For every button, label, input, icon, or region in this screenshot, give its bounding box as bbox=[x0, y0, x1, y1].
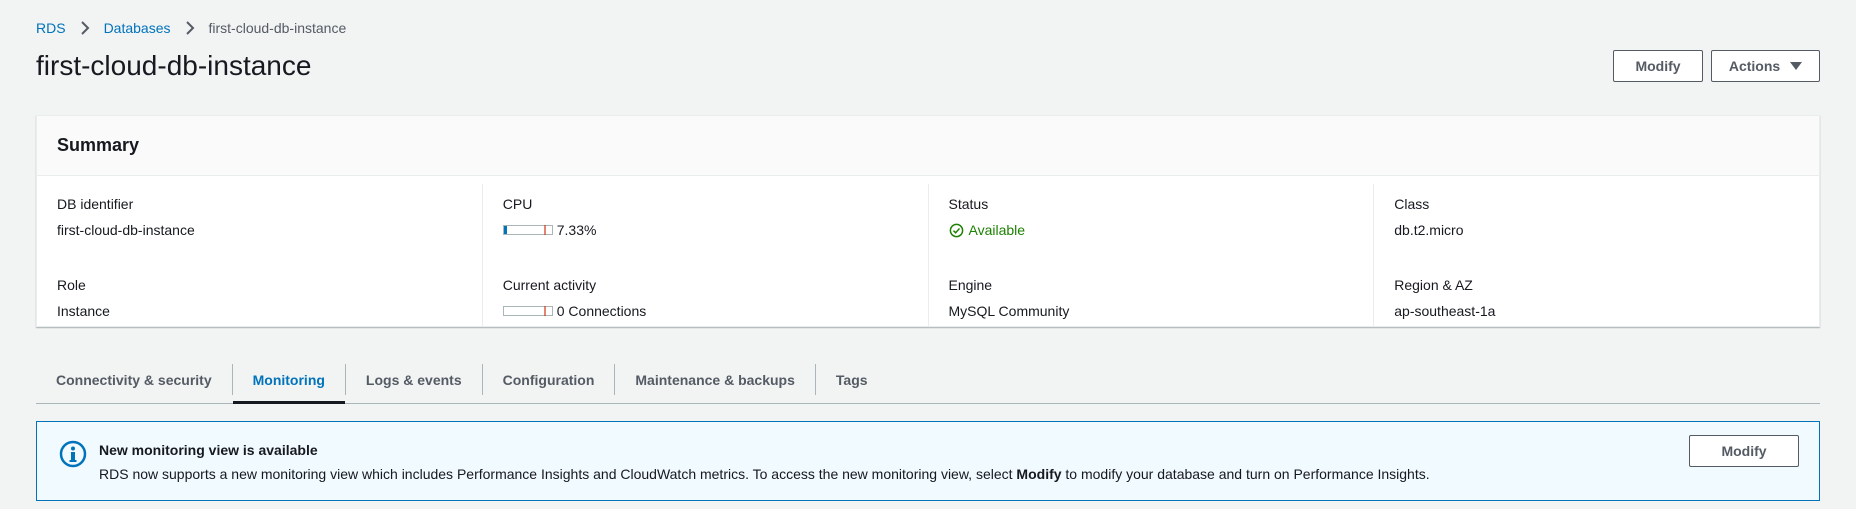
summary-column-usage: CPU 7.33% Current activity 0 Connections bbox=[481, 184, 928, 326]
flash-text-after: to modify your database and turn on Perf… bbox=[1061, 466, 1430, 482]
breadcrumb-databases[interactable]: Databases bbox=[104, 20, 171, 36]
modify-button[interactable]: Modify bbox=[1613, 50, 1703, 82]
summary-grid: DB identifier first-cloud-db-instance Ro… bbox=[37, 176, 1819, 326]
cpu-value-row: 7.33% bbox=[502, 222, 928, 238]
breadcrumb: RDS Databases first-cloud-db-instance bbox=[36, 20, 346, 36]
chevron-right-icon bbox=[78, 21, 92, 35]
flash-modify-button[interactable]: Modify bbox=[1689, 435, 1799, 467]
engine-field: Engine MySQL Community bbox=[949, 277, 1374, 346]
cpu-label: CPU bbox=[502, 196, 533, 212]
flash-text-before: RDS now supports a new monitoring view w… bbox=[99, 466, 1017, 482]
status-label: Status bbox=[948, 196, 989, 212]
tab-logs-events[interactable]: Logs & events bbox=[346, 356, 482, 403]
db-identifier-label: DB identifier bbox=[57, 196, 134, 212]
role-field: Role Instance bbox=[57, 277, 482, 346]
flash-message: RDS now supports a new monitoring view w… bbox=[99, 466, 1430, 482]
cpu-meter-threshold bbox=[543, 225, 546, 235]
summary-header: Summary bbox=[37, 116, 1819, 176]
summary-column-identity: DB identifier first-cloud-db-instance Ro… bbox=[37, 184, 482, 326]
status-value: Available bbox=[968, 222, 1026, 238]
cpu-meter bbox=[502, 225, 553, 235]
tab-tags[interactable]: Tags bbox=[816, 356, 888, 403]
tab-label: Tags bbox=[835, 371, 868, 388]
tab-monitoring[interactable]: Monitoring bbox=[232, 356, 346, 404]
info-icon bbox=[59, 440, 87, 468]
info-flashbar: New monitoring view is available RDS now… bbox=[36, 421, 1820, 501]
flash-text-bold: Modify bbox=[1016, 466, 1062, 482]
class-label: Class bbox=[1394, 196, 1430, 212]
check-circle-icon bbox=[949, 223, 963, 237]
db-identifier-value: first-cloud-db-instance bbox=[57, 222, 195, 238]
tab-label: Connectivity & security bbox=[56, 371, 212, 388]
status-value-row: Available bbox=[949, 222, 1374, 238]
current-activity-field: Current activity 0 Connections bbox=[502, 277, 928, 346]
tab-label: Monitoring bbox=[252, 371, 325, 388]
summary-column-status: Status Available Engine MySQL Community bbox=[927, 184, 1374, 326]
flash-title: New monitoring view is available bbox=[99, 442, 318, 458]
actions-label: Actions bbox=[1728, 58, 1781, 74]
page-title: first-cloud-db-instance bbox=[36, 50, 312, 81]
connections-meter bbox=[502, 306, 553, 316]
header-actions: Modify Actions bbox=[1613, 50, 1820, 82]
region-label: Region & AZ bbox=[1394, 277, 1473, 293]
class-value: db.t2.micro bbox=[1394, 222, 1464, 238]
cpu-meter-fill bbox=[503, 226, 508, 234]
region-value: ap-southeast-1a bbox=[1394, 303, 1496, 319]
flash-content: New monitoring view is available RDS now… bbox=[99, 442, 1430, 482]
tab-label: Configuration bbox=[502, 371, 595, 388]
summary-panel: Summary DB identifier first-cloud-db-ins… bbox=[36, 115, 1820, 327]
summary-column-class: Class db.t2.micro Region & AZ ap-southea… bbox=[1373, 184, 1819, 326]
current-activity-label: Current activity bbox=[502, 277, 597, 293]
breadcrumb-current: first-cloud-db-instance bbox=[208, 20, 347, 36]
tab-maintenance-backups[interactable]: Maintenance & backups bbox=[615, 356, 815, 403]
caret-down-icon bbox=[1790, 62, 1803, 70]
tab-connectivity-security[interactable]: Connectivity & security bbox=[36, 356, 232, 403]
actions-dropdown-button[interactable]: Actions bbox=[1711, 50, 1820, 82]
role-label: Role bbox=[57, 277, 86, 293]
db-identifier-field: DB identifier first-cloud-db-instance bbox=[57, 196, 482, 265]
engine-value: MySQL Community bbox=[948, 303, 1070, 319]
role-value: Instance bbox=[57, 303, 110, 319]
region-field: Region & AZ ap-southeast-1a bbox=[1394, 277, 1819, 346]
engine-label: Engine bbox=[948, 277, 993, 293]
summary-title: Summary bbox=[57, 135, 140, 155]
tab-configuration[interactable]: Configuration bbox=[483, 356, 615, 403]
chevron-right-icon bbox=[183, 21, 197, 35]
current-activity-value-row: 0 Connections bbox=[502, 303, 928, 319]
cpu-value: 7.33% bbox=[556, 222, 597, 238]
detail-tabs: Connectivity & security Monitoring Logs … bbox=[36, 356, 1820, 404]
current-activity-value: 0 Connections bbox=[556, 303, 647, 319]
connections-meter-threshold bbox=[543, 306, 546, 316]
class-field: Class db.t2.micro bbox=[1394, 196, 1819, 265]
status-field: Status Available bbox=[949, 196, 1374, 265]
tab-label: Logs & events bbox=[365, 371, 462, 388]
tab-label: Maintenance & backups bbox=[635, 371, 795, 388]
breadcrumb-rds[interactable]: RDS bbox=[36, 20, 66, 36]
cpu-field: CPU 7.33% bbox=[502, 196, 928, 265]
